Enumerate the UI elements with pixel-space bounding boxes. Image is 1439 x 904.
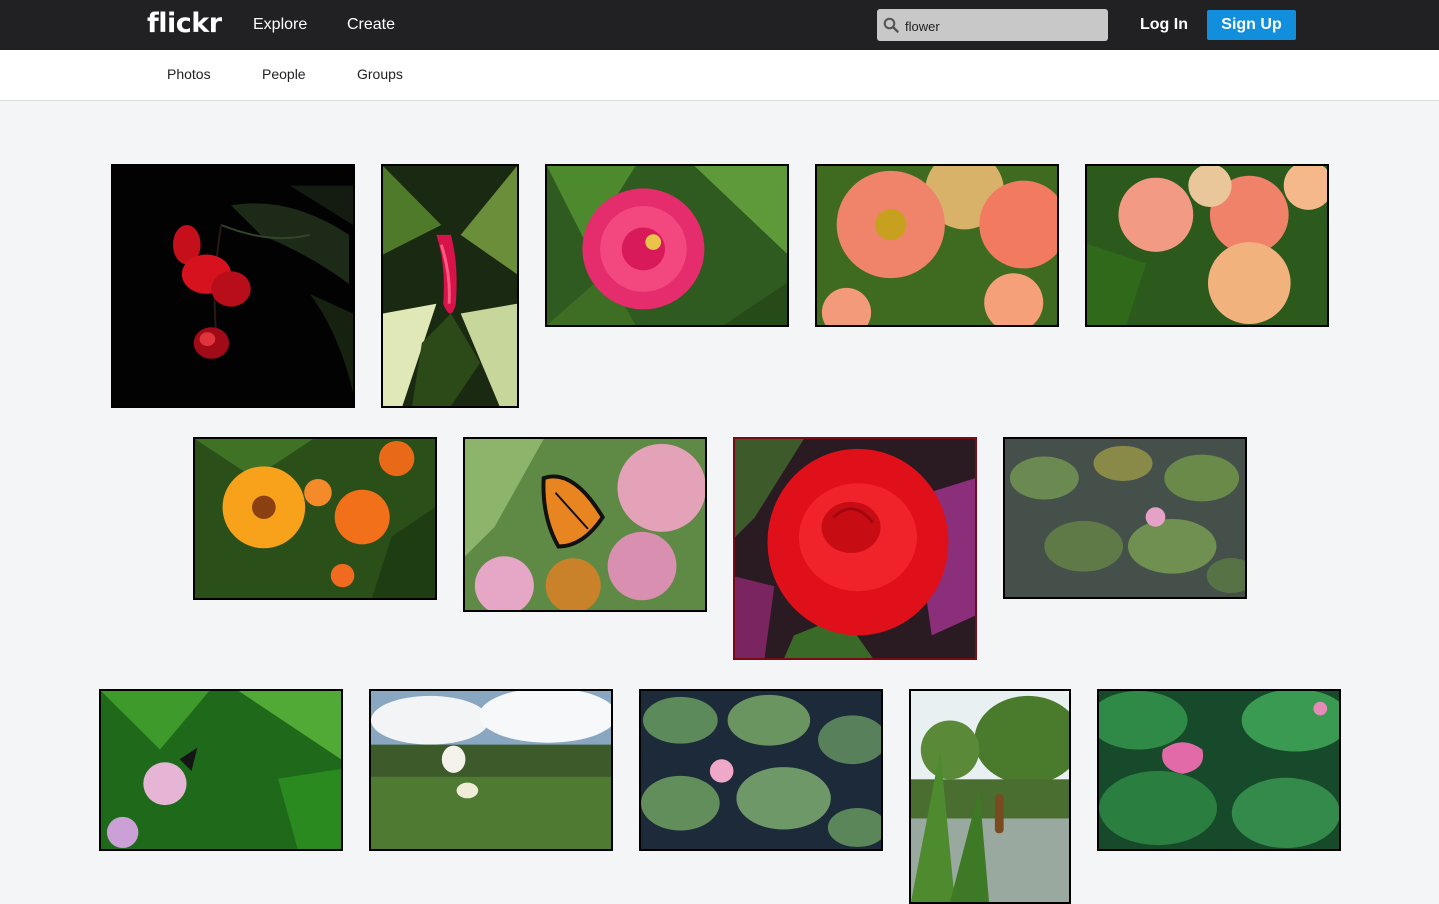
search-input[interactable] xyxy=(903,13,1103,39)
photo-salmon-zinnias[interactable] xyxy=(815,164,1059,327)
photo-monarch-butterfly[interactable] xyxy=(463,437,707,612)
photo-water-lilies[interactable] xyxy=(639,689,883,851)
tab-groups[interactable]: Groups xyxy=(357,66,403,82)
photo-red-hibiscus[interactable] xyxy=(111,164,355,408)
tab-people[interactable]: People xyxy=(262,66,306,82)
photo-water-lily-pond[interactable] xyxy=(1003,437,1247,599)
photo-milkweed-butterfly[interactable] xyxy=(99,689,343,851)
photo-orange-zinnias[interactable] xyxy=(193,437,437,600)
photo-red-ginger[interactable] xyxy=(381,164,519,408)
photo-lotus-field[interactable] xyxy=(369,689,613,851)
nav-explore[interactable]: Explore xyxy=(253,16,307,34)
login-link[interactable]: Log In xyxy=(1140,16,1188,34)
search-box[interactable] xyxy=(877,9,1108,41)
top-header: flickr Explore Create Log In Sign Up xyxy=(0,0,1439,50)
photo-red-rose[interactable] xyxy=(733,437,977,660)
nav-create[interactable]: Create xyxy=(347,16,395,34)
photo-zinnia-bed[interactable] xyxy=(1085,164,1329,327)
signup-button[interactable]: Sign Up xyxy=(1207,10,1296,40)
photo-pink-zinnia[interactable] xyxy=(545,164,789,327)
search-icon xyxy=(883,17,899,33)
photo-pink-lotus[interactable] xyxy=(1097,689,1341,851)
tab-photos[interactable]: Photos xyxy=(167,66,211,82)
photo-cattails[interactable] xyxy=(909,689,1071,904)
search-type-tabs: Photos People Groups xyxy=(0,50,1439,101)
flickr-logo[interactable]: flickr xyxy=(147,8,222,39)
